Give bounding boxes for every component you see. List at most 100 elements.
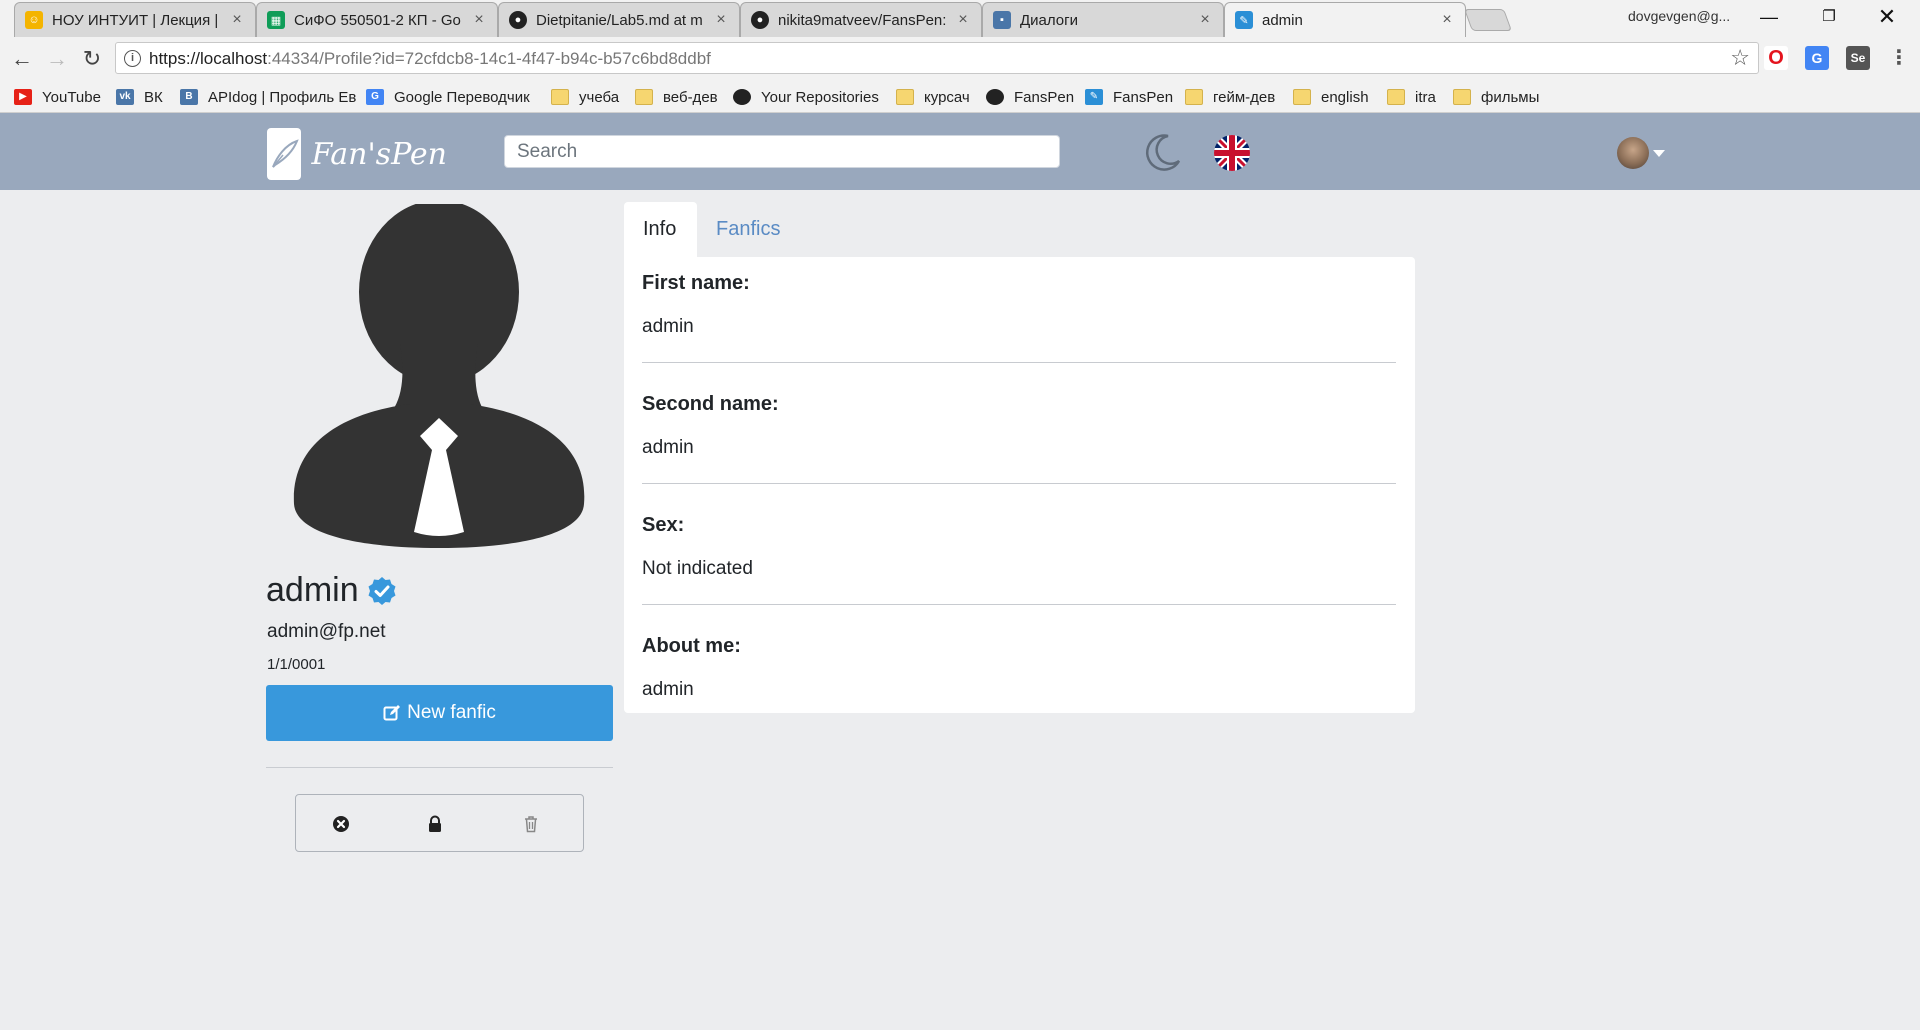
trash-icon [525,816,537,833]
new-fanfic-label: New fanfic [407,702,496,723]
minimize-icon[interactable]: — [1746,4,1792,30]
vk-icon: vk [116,89,134,105]
new-fanfic-button[interactable]: New fanfic [266,685,613,741]
google-sheets-icon: ▦ [267,11,285,29]
folder-icon [896,89,914,105]
close-icon[interactable]: × [1439,11,1455,29]
browser-tab-active[interactable]: ✎ admin × [1224,2,1466,37]
bookmark-label: гейм-дев [1213,88,1276,106]
user-menu[interactable] [1617,137,1665,169]
folder-icon [635,89,653,105]
bookmark-folder-game-dev[interactable]: гейм-дев [1185,86,1275,108]
bookmark-label: itra [1415,88,1436,106]
youtube-icon: ▶ [14,89,32,105]
browser-tab[interactable]: ● nikita9matveev/FansPen: × [740,2,982,37]
uk-flag-icon[interactable] [1214,135,1250,171]
field-label: Second name: [642,393,779,415]
browser-tab[interactable]: ▦ СиФО 550501-2 КП - Go × [256,2,498,37]
moon-icon[interactable] [1142,131,1184,173]
back-icon[interactable]: ← [8,45,36,73]
quill-icon [267,128,302,180]
folder-icon [1387,89,1405,105]
site-info-icon[interactable]: i [124,50,141,67]
forward-icon[interactable]: → [43,45,71,73]
bookmark-your-repositories[interactable]: Your Repositories [733,86,879,108]
tab-fanfics[interactable]: Fanfics [697,202,799,257]
bookmark-folder-films[interactable]: фильмы [1453,86,1539,108]
field-value: admin [642,437,694,458]
bookmark-label: учеба [579,88,620,106]
first-name-field: First name: admin [642,272,1396,338]
field-label: Sex: [642,514,685,536]
close-icon[interactable]: × [955,11,971,29]
admin-actions-group [295,794,584,852]
site-logo[interactable]: Fan'sPen [267,128,447,180]
bookmark-label: Google Переводчик [394,88,530,106]
browser-tab[interactable]: ▪ Диалоги × [982,2,1224,37]
close-icon[interactable]: × [229,11,245,29]
browser-tab[interactable]: ☺ НОУ ИНТУИТ | Лекция | × [14,2,256,37]
close-icon[interactable]: × [713,11,729,29]
browser-tab[interactable]: ● Dietpitanie/Lab5.md at m × [498,2,740,37]
bookmark-fanspen-github[interactable]: FansPen [986,86,1074,108]
bookmark-label: веб-дев [663,88,718,106]
edit-icon [383,704,401,722]
url-field[interactable]: i https://localhost:44334/Profile?id=72c… [115,42,1759,74]
close-icon[interactable]: × [471,11,487,29]
bookmark-label: FansPen [1113,88,1174,106]
username: admin [266,571,359,609]
reload-icon[interactable]: ↻ [78,45,106,73]
field-value: admin [642,316,694,337]
google-translate-ext-icon[interactable]: G [1805,46,1829,70]
bookmark-folder-web-dev[interactable]: веб-дев [635,86,718,108]
bookmark-folder-ucheba[interactable]: учеба [551,86,619,108]
bookmark-folder-kursach[interactable]: курсач [896,86,970,108]
github-icon [986,89,1004,105]
search-input[interactable] [504,135,1060,168]
opera-icon[interactable]: O [1764,46,1788,70]
window-close-icon[interactable]: ✕ [1864,4,1910,30]
profile-avatar-image [290,200,588,548]
github-icon: ● [509,11,527,29]
browser-tab-title: Диалоги [1020,11,1078,29]
bookmark-apidog[interactable]: B APIdog | Профиль Ев [180,86,356,108]
fanspen-icon: ✎ [1085,89,1103,105]
bookmark-fanspen[interactable]: ✎ FansPen [1085,86,1173,108]
delete-user-button[interactable] [518,811,544,837]
menu-kebab-icon[interactable]: ⋮ [1887,46,1911,70]
chevron-down-icon [1653,149,1665,157]
bookmark-folder-english[interactable]: english [1293,86,1369,108]
close-icon[interactable]: × [1197,11,1213,29]
selenium-ext-icon[interactable]: Se [1846,46,1870,70]
folder-icon [1293,89,1311,105]
new-tab-button[interactable] [1463,9,1513,31]
bookmark-label: курсач [924,88,970,106]
field-label: About me: [642,635,741,657]
url-text[interactable]: https://localhost:44334/Profile?id=72cfd… [149,49,711,69]
divider [642,362,1396,363]
tab-info[interactable]: Info [624,202,697,257]
browser-profile-name[interactable]: dovgevgen@g... [1628,8,1730,24]
bookmark-folder-itra[interactable]: itra [1387,86,1436,108]
bookmark-label: APIdog | Профиль Ев [208,88,357,106]
verified-badge-icon [367,576,397,606]
bookmark-label: ВК [144,88,163,106]
lock-user-button[interactable] [422,811,448,837]
field-label: First name: [642,272,750,294]
bookmark-google-translate[interactable]: G Google Переводчик [366,86,530,108]
sex-field: Sex: Not indicated [642,514,1396,580]
block-user-button[interactable] [328,811,354,837]
divider [266,767,613,768]
bookmark-youtube[interactable]: ▶ YouTube [14,86,101,108]
github-icon [733,89,751,105]
address-bar: ← → ↻ i https://localhost:44334/Profile?… [0,37,1920,80]
folder-icon [551,89,569,105]
bookmark-vk[interactable]: vk ВК [116,86,163,108]
divider [642,604,1396,605]
site-header: Fan'sPen [0,113,1920,190]
avatar [1617,137,1649,169]
bookmark-label: english [1321,88,1369,106]
bookmark-star-icon[interactable]: ☆ [1730,45,1750,71]
restore-icon[interactable]: ❐ [1806,4,1852,30]
times-circle-icon [333,816,349,832]
